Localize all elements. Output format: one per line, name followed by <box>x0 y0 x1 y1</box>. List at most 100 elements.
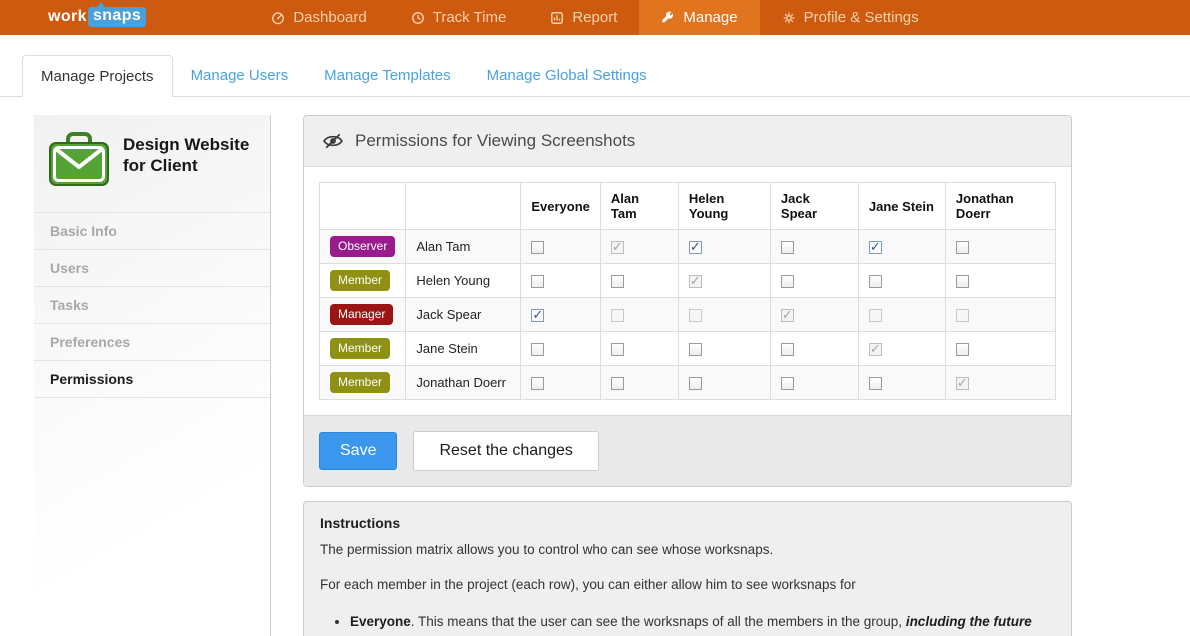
nav-item-label: Profile & Settings <box>804 9 919 26</box>
permission-checkbox[interactable] <box>611 343 624 356</box>
permission-checkbox[interactable] <box>531 309 544 322</box>
member-name: Jane Stein <box>406 332 521 366</box>
sidebar-item-basic-info[interactable]: Basic Info <box>34 212 270 249</box>
permission-checkbox <box>611 241 624 254</box>
header-role-empty <box>320 183 406 230</box>
instructions-para-2: For each member in the project (each row… <box>320 575 1055 595</box>
permission-checkbox[interactable] <box>531 343 544 356</box>
logo-text-work: work <box>48 8 87 26</box>
nav-item-report[interactable]: Report <box>528 0 639 35</box>
permission-checkbox[interactable] <box>956 343 969 356</box>
column-header: Jack Spear <box>770 183 858 230</box>
permission-checkbox[interactable] <box>689 377 702 390</box>
nav-item-label: Manage <box>683 9 737 26</box>
column-header: Helen Young <box>678 183 770 230</box>
header-name-empty <box>406 183 521 230</box>
gear-icon <box>782 11 796 25</box>
matrix-row-helen-young: Member Helen Young <box>320 264 1056 298</box>
sidebar-item-users[interactable]: Users <box>34 249 270 286</box>
role-badge: Member <box>330 338 390 359</box>
column-header: Jane Stein <box>858 183 945 230</box>
permissions-panel-body: Everyone Alan Tam Helen Young Jack Spear… <box>304 167 1071 415</box>
permission-checkbox[interactable] <box>956 241 969 254</box>
nav-item-manage[interactable]: Manage <box>639 0 759 35</box>
permissions-panel-header: Permissions for Viewing Screenshots <box>304 116 1071 167</box>
nav-item-profile-settings[interactable]: Profile & Settings <box>760 0 941 35</box>
permission-checkbox[interactable] <box>689 343 702 356</box>
bullet-term: Everyone <box>350 614 411 629</box>
matrix-header-row: Everyone Alan Tam Helen Young Jack Spear… <box>320 183 1056 230</box>
permission-checkbox[interactable] <box>781 275 794 288</box>
tab-manage-templates[interactable]: Manage Templates <box>306 55 468 96</box>
permission-checkbox[interactable] <box>869 241 882 254</box>
dashboard-icon <box>271 11 285 25</box>
role-badge: Manager <box>330 304 393 325</box>
panel-title: Permissions for Viewing Screenshots <box>355 131 635 151</box>
instructions-bullet-everyone: Everyone. This means that the user can s… <box>350 612 1055 636</box>
briefcase-icon <box>48 132 110 188</box>
permissions-panel: Permissions for Viewing Screenshots Ever… <box>303 115 1072 487</box>
member-name: Alan Tam <box>406 230 521 264</box>
nav-item-dashboard[interactable]: Dashboard <box>249 0 388 35</box>
project-sidebar: Design Website for Client Basic Info Use… <box>34 115 271 636</box>
top-navbar: work snaps Dashboard Track Time <box>0 0 1190 35</box>
permissions-panel-footer: Save Reset the changes <box>304 415 1071 486</box>
reset-changes-button[interactable]: Reset the changes <box>413 431 598 471</box>
sidebar-item-permissions[interactable]: Permissions <box>34 360 270 398</box>
role-badge: Observer <box>330 236 395 257</box>
eye-slash-icon <box>322 132 344 150</box>
permission-checkbox[interactable] <box>869 377 882 390</box>
permission-checkbox[interactable] <box>781 241 794 254</box>
permission-checkbox[interactable] <box>956 275 969 288</box>
bullet-text: . This means that the user can see the w… <box>411 614 906 629</box>
member-name: Jonathan Doerr <box>406 366 521 400</box>
role-badge: Member <box>330 372 390 393</box>
tab-label: Manage Projects <box>41 68 154 85</box>
permission-checkbox[interactable] <box>689 241 702 254</box>
column-header: Everyone <box>521 183 601 230</box>
permission-checkbox <box>781 309 794 322</box>
matrix-row-alan-tam: Observer Alan Tam <box>320 230 1056 264</box>
permission-checkbox <box>689 275 702 288</box>
permission-checkbox <box>611 309 624 322</box>
worksnaps-logo[interactable]: work snaps <box>48 7 146 27</box>
project-header: Design Website for Client <box>34 115 270 203</box>
member-name: Helen Young <box>406 264 521 298</box>
permission-checkbox[interactable] <box>611 377 624 390</box>
sidebar-item-preferences[interactable]: Preferences <box>34 323 270 360</box>
nav-item-label: Report <box>572 9 617 26</box>
permission-checkbox[interactable] <box>531 275 544 288</box>
permission-checkbox[interactable] <box>781 343 794 356</box>
permission-checkbox <box>956 377 969 390</box>
logo-text-snaps: snaps <box>88 7 146 27</box>
wrench-icon <box>661 11 675 25</box>
instructions-panel: Instructions The permission matrix allow… <box>303 501 1072 636</box>
tab-manage-users[interactable]: Manage Users <box>173 55 307 96</box>
matrix-row-jonathan-doerr: Member Jonathan Doerr <box>320 366 1056 400</box>
tab-manage-global-settings[interactable]: Manage Global Settings <box>469 55 665 96</box>
column-header: Jonathan Doerr <box>945 183 1055 230</box>
nav-item-track-time[interactable]: Track Time <box>389 0 529 35</box>
permission-checkbox[interactable] <box>611 275 624 288</box>
main-content: Permissions for Viewing Screenshots Ever… <box>303 115 1072 636</box>
worksnaps-app: work snaps Dashboard Track Time <box>0 0 1190 636</box>
permission-checkbox[interactable] <box>531 377 544 390</box>
instructions-list: Everyone. This means that the user can s… <box>320 612 1055 636</box>
save-button[interactable]: Save <box>319 432 397 470</box>
permission-checkbox[interactable] <box>531 241 544 254</box>
project-title: Design Website for Client <box>123 132 258 177</box>
project-menu: Basic Info Users Tasks Preferences Permi… <box>34 212 270 398</box>
tab-manage-projects[interactable]: Manage Projects <box>22 55 173 97</box>
role-badge: Member <box>330 270 390 291</box>
permission-checkbox[interactable] <box>781 377 794 390</box>
matrix-row-jack-spear: Manager Jack Spear <box>320 298 1056 332</box>
sidebar-item-tasks[interactable]: Tasks <box>34 286 270 323</box>
permission-checkbox[interactable] <box>869 275 882 288</box>
nav-item-label: Dashboard <box>293 9 366 26</box>
manage-tabs: Manage Projects Manage Users Manage Temp… <box>0 55 1190 97</box>
permission-checkbox <box>689 309 702 322</box>
permission-checkbox <box>869 309 882 322</box>
member-name: Jack Spear <box>406 298 521 332</box>
instructions-para-1: The permission matrix allows you to cont… <box>320 540 1055 560</box>
column-header: Alan Tam <box>600 183 678 230</box>
